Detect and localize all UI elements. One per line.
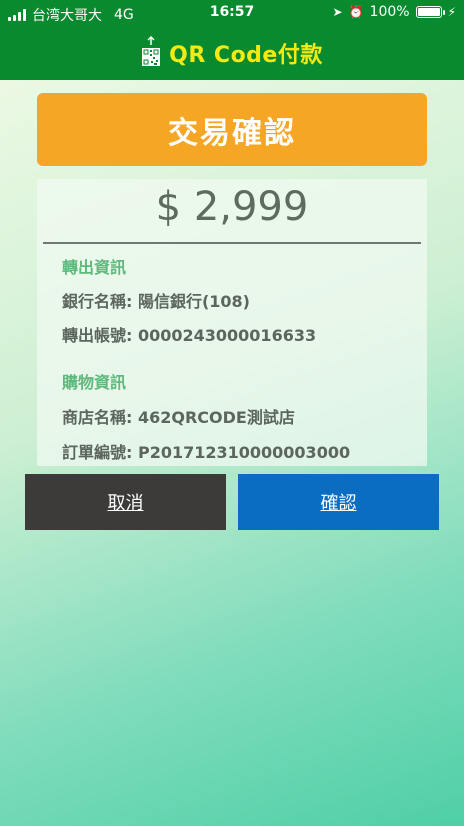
confirm-button[interactable]: 確認 xyxy=(238,474,439,530)
status-right: ➤ ⏰ 100% ⚡ xyxy=(333,4,456,20)
location-arrow-icon: ➤ xyxy=(332,5,343,19)
battery-percent: 100% xyxy=(369,4,410,20)
charging-icon: ⚡ xyxy=(447,5,456,19)
amount-value: $ 2,999 xyxy=(155,184,309,230)
status-bar: 台湾大哥大 4G 16:57 ➤ ⏰ 100% ⚡ xyxy=(0,0,464,26)
shopping-section-title: 購物資訊 xyxy=(62,373,127,392)
cancel-button[interactable]: 取消 xyxy=(25,474,226,530)
nav-title: QR Code付款 xyxy=(169,43,323,68)
transaction-confirm-banner: 交易確認 xyxy=(37,93,427,166)
battery-icon xyxy=(415,6,445,18)
amount-divider xyxy=(43,242,421,244)
bank-name-row: 銀行名稱: 陽信銀行(108) xyxy=(62,292,250,311)
qr-code-icon xyxy=(142,36,161,66)
transfer-section-title: 轉出資訊 xyxy=(62,258,127,277)
nav-bar: QR Code付款 xyxy=(0,26,464,80)
transfer-account-row: 轉出帳號: 0000243000016633 xyxy=(62,326,317,345)
transaction-card: $ 2,999 轉出資訊 銀行名稱: 陽信銀行(108) 轉出帳號: 00002… xyxy=(37,179,427,466)
order-number-row: 訂單編號: P20171231000000300​0 xyxy=(62,443,351,462)
store-name-row: 商店名稱: 462QRCODE測試店 xyxy=(62,408,295,427)
alarm-icon: ⏰ xyxy=(348,5,364,19)
